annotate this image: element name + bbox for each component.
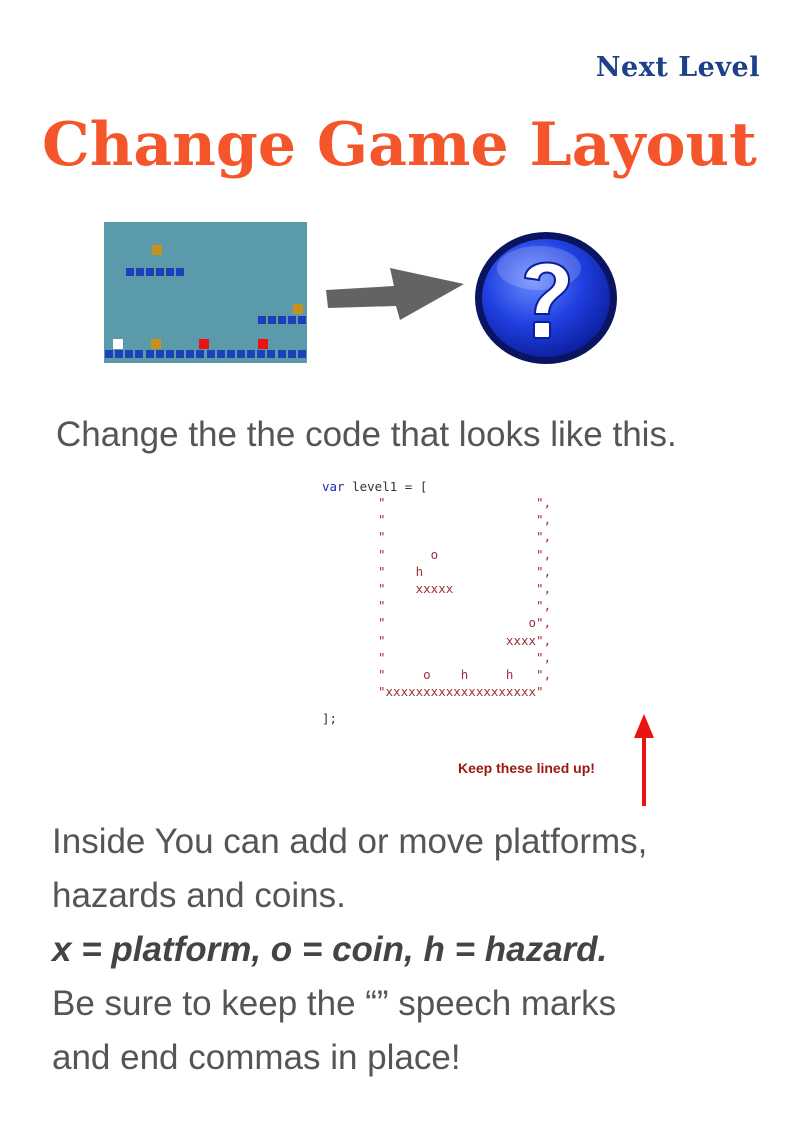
platform-block xyxy=(175,349,186,359)
coin-block xyxy=(152,245,162,255)
platform-block xyxy=(296,349,307,359)
platform-block xyxy=(155,267,165,277)
platform-block xyxy=(235,349,246,359)
code-line-row: "xxxxxxxxxxxxxxxxxxxx" xyxy=(378,684,544,700)
platform-block xyxy=(277,315,287,325)
platform-block xyxy=(297,315,307,325)
code-line-row: " o ", xyxy=(378,546,552,562)
legend-text: x = platform, o = coin, h = hazard. xyxy=(52,930,608,969)
code-line-row: " o h h ", xyxy=(378,667,552,682)
platform-block xyxy=(134,349,145,359)
code-snippet: var level1 = [" ", " ", " ", " o ", " h ", " … xyxy=(322,480,662,730)
platform-block xyxy=(287,315,297,325)
platform-block xyxy=(165,267,175,277)
platform-block xyxy=(145,267,155,277)
player-block xyxy=(113,339,123,349)
platform-block xyxy=(104,349,114,359)
platform-block xyxy=(125,267,135,277)
platform-block xyxy=(164,349,175,359)
platform-block xyxy=(276,349,287,359)
platform-block xyxy=(267,315,277,325)
floor-row xyxy=(104,349,307,361)
question-mark-icon xyxy=(475,232,617,364)
code-line-declaration: var level1 = [ xyxy=(322,479,428,494)
right-arrow-icon xyxy=(326,268,464,320)
platform-block xyxy=(135,267,145,277)
platform-block xyxy=(185,349,196,359)
platform-block xyxy=(144,349,155,359)
body-line: and end commas in place! xyxy=(52,1038,461,1077)
game-layout-thumbnail xyxy=(104,222,307,363)
code-line-row: " ", xyxy=(378,512,552,528)
hazard-block xyxy=(199,339,209,349)
code-line-row: " ", xyxy=(378,495,552,510)
hazard-block xyxy=(258,339,268,349)
code-line-row: " ", xyxy=(378,529,552,545)
platform-block xyxy=(225,349,236,359)
body-line: Inside You can add or move platforms, xyxy=(52,822,648,861)
platform-block xyxy=(195,349,206,359)
code-line-row: " o", xyxy=(378,615,552,631)
platform-block xyxy=(124,349,135,359)
platform-block xyxy=(205,349,216,359)
code-line-row: " h ", xyxy=(378,563,552,579)
code-line-row: " ", xyxy=(378,649,552,665)
platform-block xyxy=(256,349,267,359)
body-text: Inside You can add or move platforms, ha… xyxy=(52,815,772,1085)
code-line-row: " xxxxx ", xyxy=(378,581,552,596)
up-arrow-icon xyxy=(634,714,654,806)
coin-block xyxy=(151,339,161,349)
code-line-row: " ", xyxy=(378,598,552,614)
page-title: Change Game Layout xyxy=(42,110,757,180)
platform-block xyxy=(114,349,125,359)
platform-block xyxy=(175,267,185,277)
platform-block xyxy=(215,349,226,359)
alignment-note: Keep these lined up! xyxy=(458,760,595,776)
platform-block xyxy=(154,349,165,359)
code-line-row: " xxxx", xyxy=(378,632,552,648)
next-level-heading: Next Level xyxy=(595,52,760,83)
body-line: hazards and coins. xyxy=(52,876,346,915)
platform-block xyxy=(246,349,257,359)
platform-block xyxy=(257,315,267,325)
body-line: Be sure to keep the “” speech marks xyxy=(52,984,617,1023)
platform-block xyxy=(266,349,277,359)
platform-block xyxy=(286,349,297,359)
instruction-text: Change the the code that looks like this… xyxy=(56,415,677,454)
coin-block xyxy=(293,304,303,314)
code-line-close: ]; xyxy=(322,711,338,726)
